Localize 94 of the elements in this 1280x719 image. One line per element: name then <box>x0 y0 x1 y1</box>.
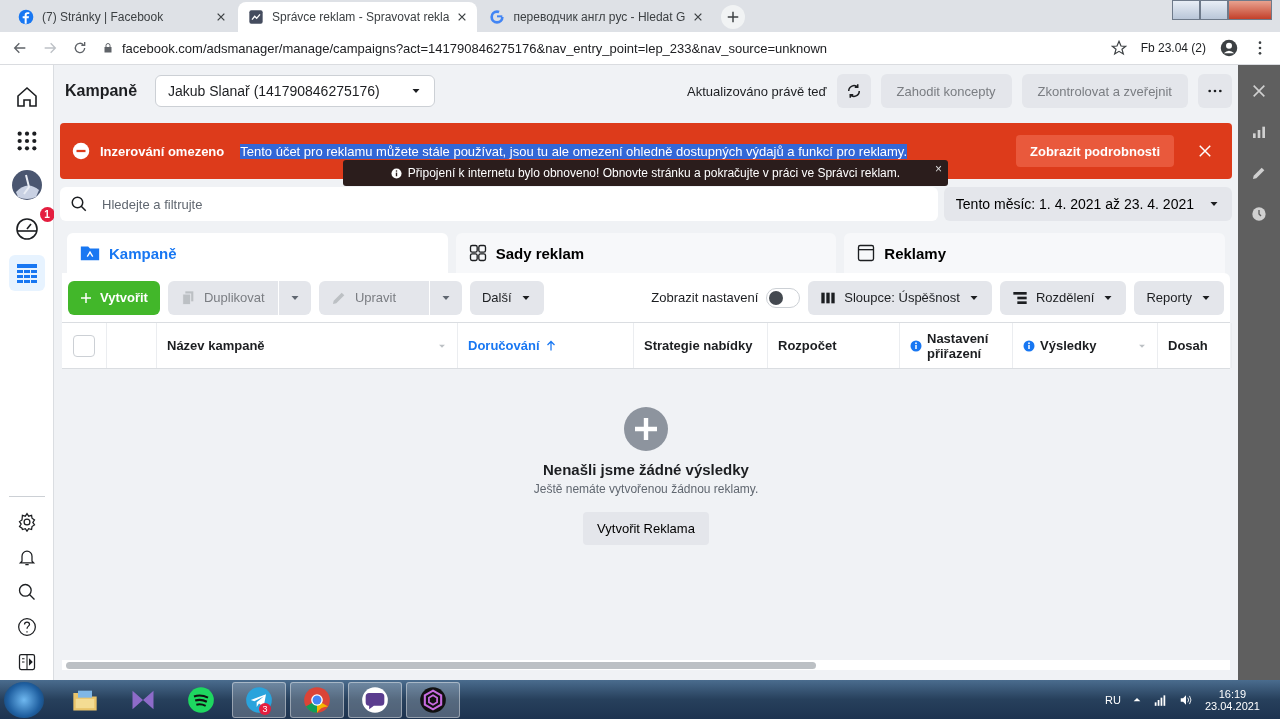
banner-message: Tento účet pro reklamu můžete stále používat, jsou tu ale omezení ohledně dostupných výdajů a funkcí pro reklamy. <box>240 143 907 159</box>
chat-bubble-icon <box>361 685 389 714</box>
profile-icon <box>1220 39 1238 57</box>
clock-time: 16:19 <box>1218 687 1247 700</box>
browser-tab[interactable]: Správce reklam - Spravovat rekla <box>238 2 478 32</box>
help-icon <box>16 616 37 637</box>
forward-icon <box>42 40 58 56</box>
menu-dropdown[interactable]: Sloupce: Úspěšnost <box>808 280 992 315</box>
banner-title: Inzerování omezeno <box>100 143 225 159</box>
new-tab-button[interactable] <box>721 5 746 29</box>
close-icon <box>1198 144 1212 158</box>
pencil-icon <box>1251 165 1267 181</box>
close-icon <box>1251 83 1267 99</box>
spotify-icon <box>187 685 215 714</box>
avatar-icon <box>11 170 42 200</box>
column-header[interactable]: Dosah <box>1158 323 1232 368</box>
browser-tab[interactable]: переводчик англ рус - Hledat G <box>479 2 714 32</box>
chart-icon <box>248 9 264 25</box>
minimize-button[interactable] <box>1172 0 1200 20</box>
column-header[interactable]: Rozpočet <box>768 323 900 368</box>
back-icon <box>12 40 28 56</box>
search-icon <box>16 581 37 602</box>
url-text[interactable]: facebook.com/adsmanager/manage/campaigns?act=141790846275176&nav_entry_point=lep_233&nav_source=unknown <box>122 40 828 56</box>
column-header[interactable]: Název kampaně <box>157 323 458 368</box>
search-field[interactable]: Hledejte a filtrujte <box>60 187 938 221</box>
clock-date: 23.04.2021 <box>1204 699 1260 712</box>
details-button[interactable]: Zobrazit podrobnosti <box>1016 135 1174 167</box>
column-header[interactable]: Strategie nabídky <box>634 323 768 368</box>
column-header[interactable]: Nastavení přiřazení <box>900 323 1013 368</box>
sidebar-item[interactable] <box>13 216 40 242</box>
scrollbar-thumb[interactable] <box>66 661 816 669</box>
maximize-button[interactable] <box>1200 0 1228 20</box>
create-ad-button[interactable]: Vytvořit Reklama <box>583 512 709 545</box>
chrome-icon <box>303 685 331 714</box>
sidebar-item[interactable] <box>13 172 40 198</box>
grid-icon <box>467 243 488 263</box>
table-icon <box>14 261 39 285</box>
window-icon <box>856 243 877 263</box>
blocked-icon <box>72 142 90 160</box>
refresh-button[interactable] <box>836 74 871 108</box>
apps-icon <box>15 130 38 152</box>
google-icon <box>489 9 506 25</box>
column-header[interactable]: Doručování <box>458 323 634 368</box>
level-tab[interactable]: Reklamy <box>844 233 1225 273</box>
browser-tab[interactable]: (7) Stránky | Facebook <box>8 2 236 32</box>
menu-dropdown[interactable]: Rozdělení <box>999 280 1127 315</box>
clock-icon <box>1251 206 1267 222</box>
lock-icon <box>102 42 114 54</box>
page-title: Kampaně <box>65 82 138 100</box>
close-icon <box>457 12 468 22</box>
date-range-picker[interactable]: Tento měsíc: 1. 4. 2021 až 23. 4. 2021 <box>943 187 1232 221</box>
taskbar-app[interactable] <box>348 681 402 718</box>
settings-toggle[interactable] <box>766 287 801 308</box>
taskbar-app[interactable]: 3 <box>232 681 286 718</box>
facebook-icon <box>18 9 34 25</box>
notification-badge: 1 <box>39 207 55 222</box>
star-icon <box>1110 40 1127 56</box>
sort-arrow-icon <box>544 339 557 352</box>
bookmark-label[interactable]: Fb 23.04 (2) <box>1140 41 1206 55</box>
tray-arrow-icon <box>1132 695 1141 704</box>
language-indicator[interactable]: RU <box>1105 693 1121 706</box>
update-status: Aktualizováno právě teď <box>687 83 827 99</box>
add-icon <box>624 407 668 451</box>
taskbar-app[interactable] <box>406 681 460 718</box>
search-icon <box>70 195 88 213</box>
info-icon <box>1023 339 1035 352</box>
gauge-icon <box>14 217 39 241</box>
panel-icon <box>16 651 37 672</box>
close-icon <box>216 12 226 22</box>
info-icon <box>390 167 402 179</box>
settings-icon <box>16 511 37 532</box>
home-icon <box>14 85 39 109</box>
toggle-label: Zobrazit nastavení <box>651 290 759 305</box>
account-dropdown[interactable]: Jakub Slanař (141790846275176) <box>155 75 436 107</box>
empty-title: Nenašli jsme žádné výsledky <box>543 461 749 478</box>
telegram-icon <box>245 685 273 714</box>
select-all-checkbox[interactable] <box>73 334 95 357</box>
info-icon <box>910 339 922 352</box>
empty-subtitle: Ještě nemáte vytvořenou žádnou reklamy. <box>533 482 759 496</box>
toast-message: Připojení k internetu bylo obnoveno! Obnovte stránku a pokračujte v práci ve Správci reklam. <box>407 166 901 180</box>
close-icon <box>693 12 704 22</box>
menu-dropdown[interactable]: Reporty <box>1134 280 1224 315</box>
toast-close-button[interactable]: × <box>935 162 942 176</box>
plus-icon <box>726 10 741 24</box>
more-dropdown[interactable]: Další <box>469 280 544 315</box>
level-tab[interactable]: Sady reklam <box>455 233 837 273</box>
breakdown-icon <box>1011 289 1028 306</box>
start-button[interactable] <box>4 681 44 718</box>
level-tab[interactable]: Kampaně <box>67 233 448 273</box>
plus-icon <box>80 291 92 304</box>
network-icon <box>1152 692 1167 707</box>
reload-icon <box>72 40 88 56</box>
column-header[interactable]: Výsledky <box>1013 323 1158 368</box>
bar-chart-icon <box>1251 124 1267 140</box>
